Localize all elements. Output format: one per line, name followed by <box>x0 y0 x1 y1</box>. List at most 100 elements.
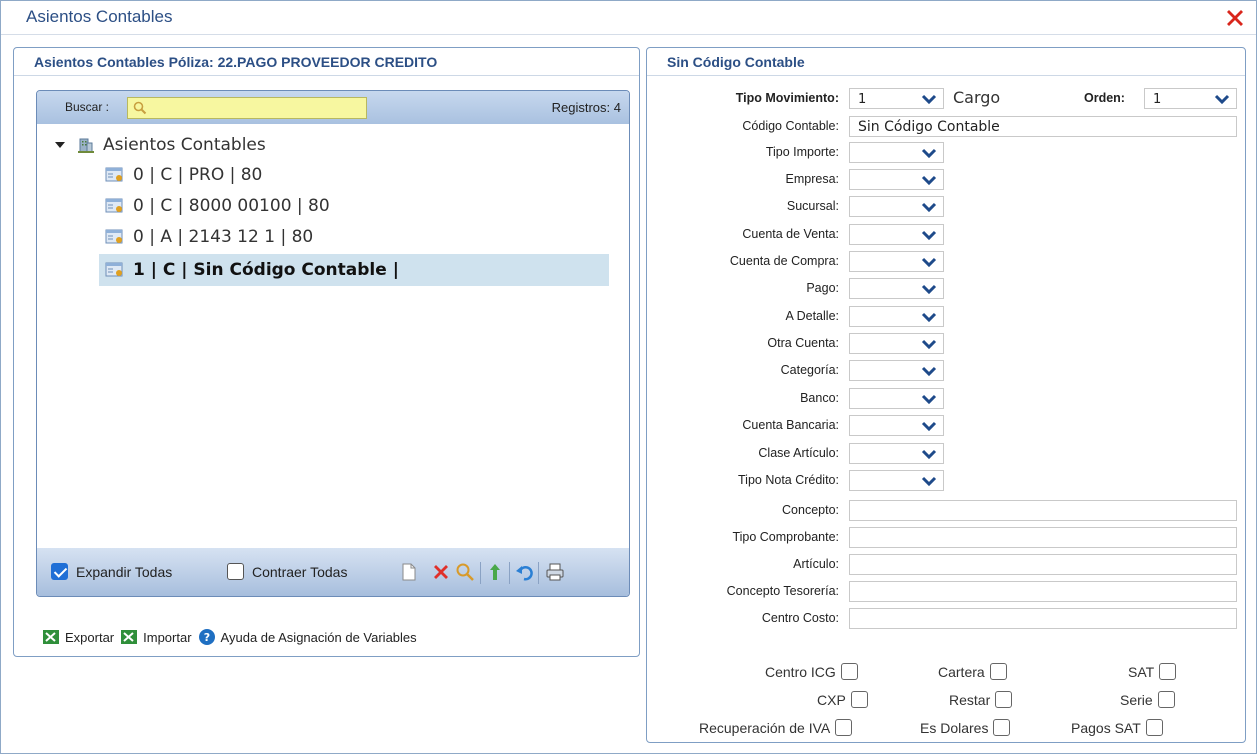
a-detalle-select[interactable] <box>849 306 944 327</box>
help-icon: ? <box>198 629 215 645</box>
collapse-all-checkbox[interactable] <box>227 563 244 580</box>
new-document-icon[interactable] <box>399 562 419 582</box>
tree-item[interactable]: 0 | A | 2143 12 1 | 80 <box>99 222 609 252</box>
import-link[interactable]: Importar <box>120 629 192 645</box>
pago-select[interactable] <box>849 278 944 299</box>
expand-all-label: Expandir Todas <box>76 563 173 580</box>
expand-all-option[interactable]: Expandir Todas <box>51 563 172 580</box>
chevron-down-icon <box>921 476 937 487</box>
tipo-importe-select[interactable] <box>849 142 944 163</box>
move-up-icon[interactable] <box>485 562 505 582</box>
print-icon[interactable] <box>545 562 565 582</box>
record-icon <box>105 229 123 244</box>
search-tool-icon[interactable] <box>455 562 475 582</box>
tree-item[interactable]: 0 | C | 8000 00100 | 80 <box>99 191 609 221</box>
banco-select[interactable] <box>849 388 944 409</box>
concepto-tesoreria-field[interactable] <box>849 581 1237 602</box>
tree-item-label: 0 | A | 2143 12 1 | 80 <box>133 227 314 247</box>
export-link[interactable]: Exportar <box>42 629 114 645</box>
excel-icon <box>43 630 59 644</box>
pagos-sat-checkbox[interactable] <box>1145 719 1163 736</box>
clase-articulo-select[interactable] <box>849 443 944 464</box>
row-codigo-contable: Código Contable: Sin Código Contable <box>647 116 1247 138</box>
tipo-movimiento-select[interactable]: 1 <box>849 88 944 109</box>
caret-down-icon[interactable] <box>55 142 65 148</box>
row-categoria: Categoría: <box>647 360 1247 382</box>
restar-label: Restar <box>949 691 991 708</box>
es-dolares-checkbox[interactable] <box>993 719 1011 736</box>
chevron-down-icon <box>921 202 937 213</box>
orden-select[interactable]: 1 <box>1144 88 1237 109</box>
banco-label: Banco: <box>800 391 839 405</box>
row-cuenta-compra: Cuenta de Compra: <box>647 251 1247 273</box>
expand-all-checkbox[interactable] <box>51 563 68 580</box>
tipo-movimiento-label: Tipo Movimiento: <box>735 91 839 105</box>
sucursal-select[interactable] <box>849 196 944 217</box>
tree-item-selected[interactable]: 1 | C | Sin Código Contable | <box>99 254 609 286</box>
row-clase-articulo: Clase Artículo: <box>647 443 1247 465</box>
tipo-comprobante-field[interactable] <box>849 527 1237 548</box>
articulo-label: Artículo: <box>793 557 839 571</box>
tipo-nota-credito-select[interactable] <box>849 470 944 491</box>
cartera-checkbox[interactable] <box>989 663 1007 680</box>
left-panel: Asientos Contables Póliza: 22.PAGO PROVE… <box>13 47 640 657</box>
serie-checkbox[interactable] <box>1157 691 1175 708</box>
otra-cuenta-select[interactable] <box>849 333 944 354</box>
tree-root-label: Asientos Contables <box>103 135 266 155</box>
orden-value: 1 <box>1153 92 1162 107</box>
cuenta-bancaria-select[interactable] <box>849 415 944 436</box>
centro-costo-field[interactable] <box>849 608 1237 629</box>
chevron-down-icon <box>921 366 937 377</box>
toolbar-separator <box>509 562 510 584</box>
a-detalle-label: A Detalle: <box>785 309 839 323</box>
sat-checkbox[interactable] <box>1159 663 1177 680</box>
recuperacion-iva-checkbox[interactable] <box>835 719 853 736</box>
cuenta-compra-select[interactable] <box>849 251 944 272</box>
cxp-checkbox[interactable] <box>850 691 868 708</box>
row-sucursal: Sucursal: <box>647 196 1247 218</box>
sat-option[interactable]: SAT <box>1128 663 1177 680</box>
close-icon[interactable] <box>1224 7 1246 29</box>
chevron-down-icon <box>921 421 937 432</box>
excel-icon <box>121 630 138 644</box>
cartera-option[interactable]: Cartera <box>938 663 1007 680</box>
centro-icg-checkbox[interactable] <box>840 663 858 680</box>
help-label: Ayuda de Asignación de Variables <box>220 629 417 645</box>
delete-icon[interactable] <box>431 562 451 582</box>
titlebar: Asientos Contables <box>1 1 1256 35</box>
row-tipo-importe: Tipo Importe: <box>647 142 1247 164</box>
categoria-label: Categoría: <box>780 363 839 377</box>
es-dolares-option[interactable]: Es Dolares <box>920 719 1011 736</box>
chevron-down-icon <box>921 312 937 323</box>
tree-item[interactable]: 0 | C | PRO | 80 <box>99 160 609 190</box>
row-cuenta-bancaria: Cuenta Bancaria: <box>647 415 1247 437</box>
search-input[interactable] <box>127 97 367 119</box>
tree-item-label: 0 | C | PRO | 80 <box>133 165 263 185</box>
chevron-down-icon <box>921 339 937 350</box>
row-a-detalle: A Detalle: <box>647 306 1247 328</box>
articulo-field[interactable] <box>849 554 1237 575</box>
cxp-option[interactable]: CXP <box>817 691 868 708</box>
codigo-contable-field[interactable]: Sin Código Contable <box>849 116 1237 137</box>
categoria-select[interactable] <box>849 360 944 381</box>
restar-checkbox[interactable] <box>995 691 1013 708</box>
row-concepto-tesoreria: Concepto Tesorería: <box>647 581 1247 603</box>
cuenta-venta-select[interactable] <box>849 224 944 245</box>
tree-root[interactable]: Asientos Contables <box>55 134 266 156</box>
tipo-importe-label: Tipo Importe: <box>765 145 839 159</box>
collapse-all-option[interactable]: Contraer Todas <box>227 563 347 580</box>
empresa-select[interactable] <box>849 169 944 190</box>
serie-option[interactable]: Serie <box>1120 691 1175 708</box>
cuenta-compra-label: Cuenta de Compra: <box>729 254 839 268</box>
help-link[interactable]: ? Ayuda de Asignación de Variables <box>198 628 417 646</box>
search-icon <box>133 101 147 115</box>
tipo-movimiento-text: Cargo <box>953 88 1001 107</box>
restar-option[interactable]: Restar <box>949 691 1013 708</box>
recuperacion-iva-option[interactable]: Recuperación de IVA <box>699 719 853 736</box>
centro-icg-option[interactable]: Centro ICG <box>765 663 858 680</box>
pagos-sat-option[interactable]: Pagos SAT <box>1071 719 1163 736</box>
concepto-field[interactable] <box>849 500 1237 521</box>
footer-links: Exportar Importar ? Ayuda de Asignación … <box>42 628 423 646</box>
collapse-all-label: Contraer Todas <box>252 563 348 580</box>
undo-icon[interactable] <box>514 562 534 582</box>
